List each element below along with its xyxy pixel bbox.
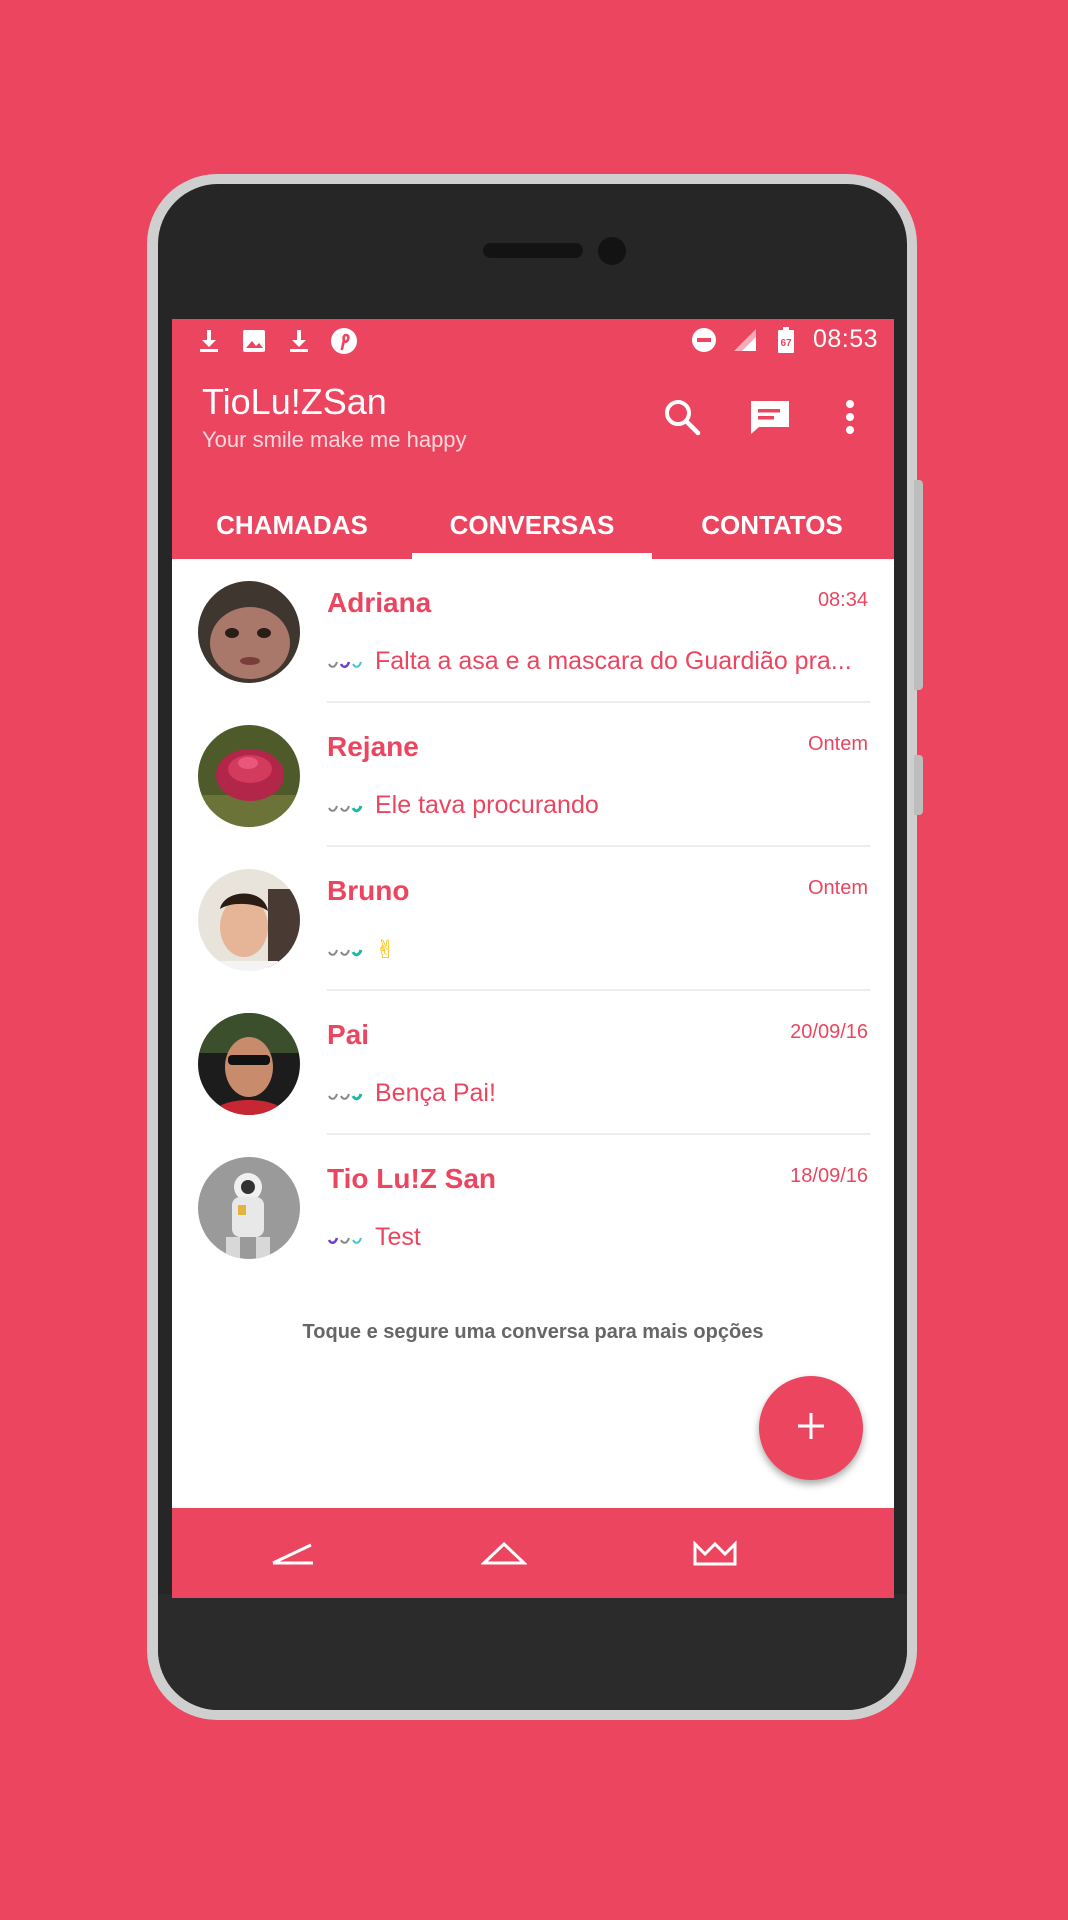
stage: 67 08:53 TioLu!ZSan Your smile make me h… — [0, 0, 1068, 1920]
chat-message: Falta a asa e a mascara do Guardião pra.… — [375, 647, 852, 675]
tab-contatos[interactable]: CONTATOS — [652, 495, 892, 555]
chat-item-bruno[interactable]: Bruno Ontem ✌ — [172, 847, 894, 991]
chat-time: 18/09/16 — [790, 1165, 868, 1187]
avatar — [198, 581, 300, 683]
power-button — [914, 755, 923, 815]
chat-name: Adriana — [327, 587, 432, 618]
chat-time: Ontem — [807, 877, 868, 899]
search-icon[interactable] — [660, 395, 704, 439]
app-title: TioLu!ZSan — [202, 381, 387, 422]
app-bar: 67 08:53 TioLu!ZSan Your smile make me h… — [172, 319, 894, 559]
chat-item-adriana[interactable]: Adriana 08:34 Falta a asa e a mascara do… — [172, 559, 894, 703]
back-icon[interactable] — [263, 1526, 323, 1580]
download-icon — [284, 326, 313, 355]
chat-message-row: Ele tava procurando — [327, 791, 867, 820]
delivery-ticks-icon — [327, 652, 371, 672]
delivery-ticks-icon — [327, 1084, 371, 1104]
chat-name: Bruno — [327, 875, 410, 906]
chat-name: Pai — [327, 1019, 370, 1050]
app-subtitle: Your smile make me happy — [202, 427, 467, 452]
chat-time: Ontem — [807, 733, 868, 755]
do-not-disturb-icon — [690, 325, 719, 354]
more-vert-icon[interactable] — [828, 395, 872, 439]
tab-chamadas[interactable]: CHAMADAS — [172, 495, 412, 555]
chat-message-row: Falta a asa e a mascara do Guardião pra.… — [327, 647, 867, 676]
new-chat-fab[interactable] — [759, 1376, 863, 1480]
new-message-icon[interactable] — [748, 395, 792, 439]
download-icon — [194, 326, 223, 355]
phone-screen: 67 08:53 TioLu!ZSan Your smile make me h… — [172, 319, 894, 1598]
delivery-ticks-icon — [327, 796, 371, 816]
phone-camera — [598, 237, 626, 265]
chat-time: 20/09/16 — [790, 1021, 868, 1043]
chat-item-tio-luiz-san[interactable]: Tio Lu!Z San 18/09/16 Test — [172, 1135, 894, 1279]
avatar — [198, 869, 300, 971]
battery-icon: 67 — [772, 325, 801, 354]
phone-speaker — [483, 243, 583, 258]
hint-text: Toque e segure uma conversa para mais op… — [302, 1321, 764, 1343]
svg-text:67: 67 — [781, 338, 793, 349]
pinterest-icon — [329, 326, 358, 355]
delivery-ticks-icon — [327, 940, 371, 960]
chat-message: Ele tava procurando — [375, 791, 599, 819]
chat-list: Adriana 08:34 Falta a asa e a mascara do… — [172, 559, 894, 1279]
home-icon[interactable] — [474, 1526, 534, 1580]
chat-message: Bença Pai! — [375, 1079, 496, 1107]
chat-name: Tio Lu!Z San — [327, 1163, 497, 1194]
nav-bar — [172, 1508, 894, 1598]
crown-icon[interactable] — [685, 1526, 745, 1580]
chat-message-row: ✌ — [327, 935, 867, 965]
chat-name: Rejane — [327, 731, 419, 762]
phone-chin — [158, 1594, 907, 1710]
chat-item-rejane[interactable]: Rejane Ontem Ele tava procurando — [172, 703, 894, 847]
chat-message: ✌ — [375, 936, 396, 964]
chat-message: Test — [375, 1223, 421, 1251]
chat-message-row: Test — [327, 1223, 867, 1252]
chat-item-pai[interactable]: Pai 20/09/16 Bença Pai! — [172, 991, 894, 1135]
tab-conversas[interactable]: CONVERSAS — [412, 495, 652, 555]
chat-time: 08:34 — [817, 589, 868, 611]
plus-icon — [796, 1411, 826, 1446]
volume-button — [914, 480, 923, 690]
signal-icon — [731, 325, 760, 354]
status-bar: 67 08:53 — [172, 319, 894, 365]
status-time: 08:53 — [812, 325, 878, 353]
avatar — [198, 1013, 300, 1115]
image-icon — [239, 326, 268, 355]
chat-message-row: Bença Pai! — [327, 1079, 867, 1108]
delivery-ticks-icon — [327, 1228, 371, 1248]
avatar — [198, 1157, 300, 1259]
avatar — [198, 725, 300, 827]
